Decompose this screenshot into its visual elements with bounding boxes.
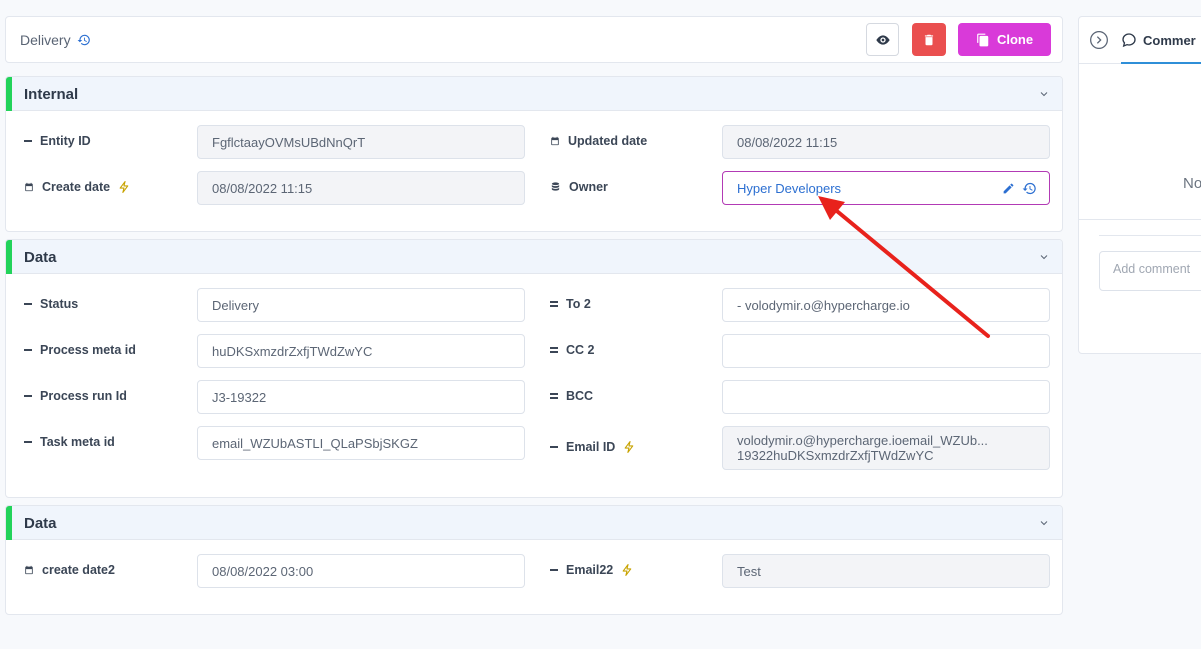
dash-icon (24, 140, 32, 142)
lightning-icon (622, 564, 632, 576)
section-accent-bar (6, 506, 12, 540)
empty-comments-text: No (1183, 175, 1201, 192)
section-header-data-2[interactable]: Data (6, 506, 1062, 540)
preview-button[interactable] (866, 23, 899, 56)
email-id-field[interactable]: volodymir.o@hypercharge.ioemail_WZUb... … (722, 426, 1050, 470)
field-label-entity-id: Entity ID (24, 134, 91, 148)
active-tab-underline (1121, 62, 1201, 64)
create-date2-field[interactable]: 08/08/2022 03:00 (197, 554, 525, 588)
label-text: Email22 (566, 563, 614, 577)
history-icon[interactable] (1022, 181, 1037, 196)
section-header-data[interactable]: Data (6, 240, 1062, 274)
owner-field[interactable]: Hyper Developers (722, 171, 1050, 205)
calendar-icon (25, 182, 33, 192)
label-text: Email ID (566, 440, 616, 454)
lightning-icon (119, 181, 129, 193)
record-header: Delivery Clone (5, 16, 1063, 63)
process-run-id-field[interactable]: J3-19322 (197, 380, 525, 414)
field-label-process-meta-id: Process meta id (24, 343, 136, 357)
create-date-field[interactable]: 08/08/2022 11:15 (197, 171, 525, 205)
section-accent-bar (6, 77, 12, 111)
eye-icon (875, 34, 890, 45)
section-title: Data (24, 249, 57, 266)
dash-icon (24, 303, 32, 305)
calendar-icon (25, 565, 33, 575)
chevron-down-icon[interactable] (1038, 517, 1050, 529)
bcc-field[interactable] (722, 380, 1050, 414)
text-lines-icon (550, 347, 558, 353)
updated-date-field[interactable]: 08/08/2022 11:15 (722, 125, 1050, 159)
label-text: To 2 (566, 297, 591, 311)
field-label-status: Status (24, 297, 78, 311)
chat-icon (1122, 33, 1136, 48)
section-title: Internal (24, 86, 79, 103)
section-internal: Internal Entity ID FgflctaayOVMsUBdNnQrT… (5, 76, 1063, 232)
field-label-create-date2: create date2 (24, 563, 115, 577)
chevron-right-circle-icon[interactable] (1089, 30, 1109, 50)
section-header-internal[interactable]: Internal (6, 77, 1062, 111)
label-text: create date2 (42, 563, 115, 577)
field-label-updated-date: Updated date (550, 134, 647, 148)
field-label-owner: Owner (550, 180, 608, 194)
field-label-process-run-id: Process run Id (24, 389, 127, 403)
cc2-field[interactable] (722, 334, 1050, 368)
entity-id-field[interactable]: FgflctaayOVMsUBdNnQrT (197, 125, 525, 159)
dash-icon (550, 446, 558, 448)
label-text: BCC (566, 389, 594, 403)
tab-comments-label: Commer (1143, 32, 1196, 48)
dash-icon (24, 349, 32, 351)
record-title: Delivery (20, 32, 91, 48)
comments-tab-row: Commer (1079, 17, 1201, 64)
calendar-icon (551, 136, 559, 146)
text-lines-icon (550, 301, 558, 307)
divider (1099, 235, 1201, 236)
section-data-2: Data create date2 08/08/2022 03:00 Email… (5, 505, 1063, 615)
history-icon[interactable] (77, 33, 91, 47)
clone-button[interactable]: Clone (958, 23, 1051, 56)
section-data: Data Status Delivery Process meta id huD… (5, 239, 1063, 498)
label-text: Process run Id (40, 389, 127, 403)
dash-icon (24, 395, 32, 397)
comments-panel: Commer No Add comment (1078, 16, 1201, 354)
task-meta-id-field[interactable]: email_WZUbASTLI_QLaPSbjSKGZ (197, 426, 525, 460)
process-meta-id-field[interactable]: huDKSxmzdrZxfjTWdZwYC (197, 334, 525, 368)
delete-button[interactable] (912, 23, 946, 56)
owner-value[interactable]: Hyper Developers (737, 181, 841, 196)
pencil-icon[interactable] (1002, 182, 1015, 195)
trash-icon (924, 34, 934, 45)
lightning-icon (624, 441, 634, 453)
section-title: Data (24, 515, 57, 532)
tab-comments[interactable]: Commer (1121, 32, 1196, 48)
chevron-down-icon[interactable] (1038, 251, 1050, 263)
field-label-task-meta-id: Task meta id (24, 435, 115, 449)
field-label-email-id: Email ID (550, 440, 636, 454)
copy-icon (977, 33, 989, 46)
dash-icon (550, 569, 558, 571)
add-comment-input[interactable]: Add comment (1099, 251, 1201, 291)
label-text: Updated date (568, 134, 648, 148)
clone-label: Clone (996, 32, 1034, 47)
label-text: CC 2 (566, 343, 595, 357)
database-icon (551, 182, 560, 191)
field-label-cc2: CC 2 (550, 343, 594, 357)
field-label-to2: To 2 (550, 297, 591, 311)
field-label-create-date: Create date (24, 180, 131, 194)
label-text: Owner (569, 180, 608, 194)
record-title-text: Delivery (20, 32, 71, 48)
label-text: Entity ID (40, 134, 91, 148)
text-lines-icon (550, 393, 558, 399)
label-text: Process meta id (40, 343, 136, 357)
email22-field[interactable]: Test (722, 554, 1050, 588)
divider (1079, 219, 1201, 220)
label-text: Create date (42, 180, 111, 194)
field-label-email22: Email22 (550, 563, 634, 577)
dash-icon (24, 441, 32, 443)
label-text: Task meta id (40, 435, 115, 449)
chevron-down-icon[interactable] (1038, 88, 1050, 100)
status-field[interactable]: Delivery (197, 288, 525, 322)
section-accent-bar (6, 240, 12, 274)
field-label-bcc: BCC (550, 389, 593, 403)
label-text: Status (40, 297, 79, 311)
to2-field[interactable]: - volodymir.o@hypercharge.io (722, 288, 1050, 322)
